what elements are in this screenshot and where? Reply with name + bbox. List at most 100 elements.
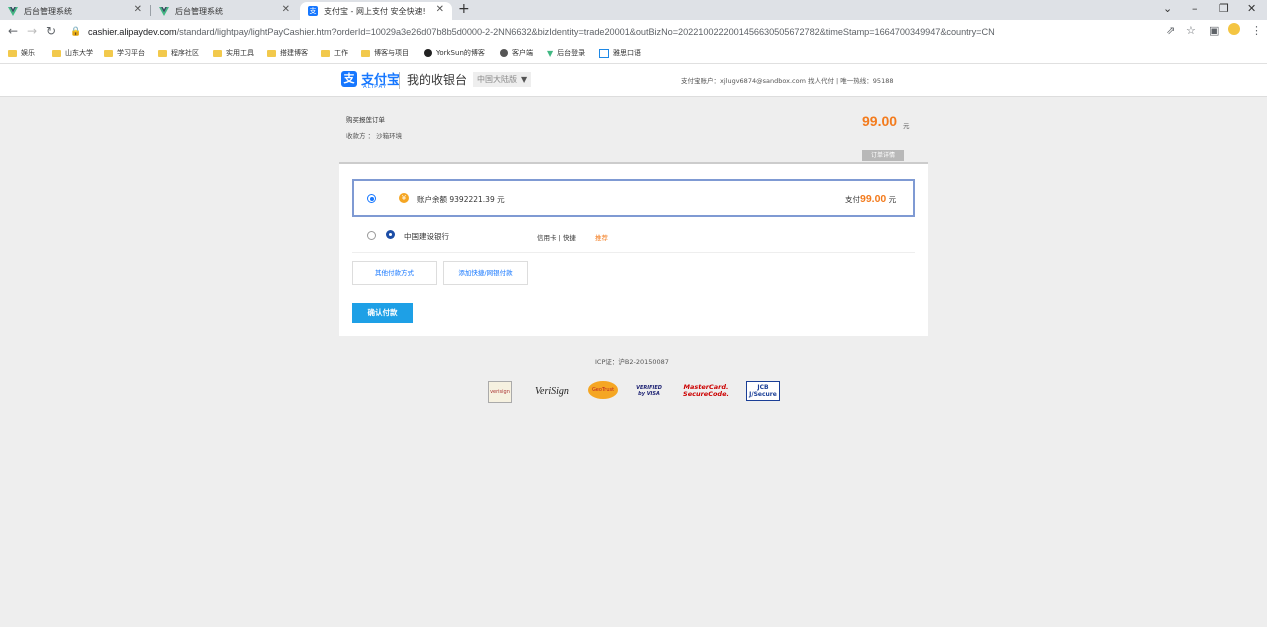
folder-icon bbox=[104, 49, 113, 57]
payment-panel: ¥ 账户余额 9392221.39 元 支付99.00 元 中国建设银行 信用卡… bbox=[339, 162, 928, 336]
browser-toolbar: ← → ↻ 🔒 cashier.alipaydev.com/standard/l… bbox=[0, 20, 1267, 44]
tab-title: 后台管理系统 bbox=[175, 6, 223, 16]
tab-strip: 后台管理系统 ✕ 后台管理系统 ✕ 支 支付宝 - 网上支付 安全快速! ✕ +… bbox=[0, 0, 1267, 20]
minimize-icon[interactable]: – bbox=[1192, 2, 1198, 15]
recommend-badge: 推荐 bbox=[595, 234, 608, 242]
sidepanel-icon[interactable]: ▣ bbox=[1209, 24, 1219, 37]
new-tab-icon[interactable]: + bbox=[458, 1, 470, 17]
header-divider bbox=[399, 72, 400, 89]
bookmark-label: 后台登录 bbox=[557, 49, 586, 57]
region-select[interactable]: 中国大陆版 ▼ bbox=[473, 72, 532, 87]
tab-title: 支付宝 - 网上支付 安全快速! bbox=[324, 6, 426, 16]
back-icon[interactable]: ← bbox=[8, 24, 18, 38]
add-bank-button[interactable]: 添加快捷/网银付款 bbox=[443, 261, 528, 285]
bookmark-label: 山东大学 bbox=[65, 49, 93, 57]
bookmark-label: YorkSun的博客 bbox=[436, 49, 485, 57]
close-window-icon[interactable]: ✕ bbox=[1247, 2, 1256, 15]
close-tab-icon[interactable]: ✕ bbox=[282, 4, 290, 15]
bookmark-folder[interactable]: 学习平台 bbox=[104, 48, 145, 58]
bookmark-label: 雅思口语 bbox=[613, 49, 641, 57]
url-host: cashier.alipaydev.com bbox=[88, 27, 177, 37]
bookmark-folder[interactable]: 实用工具 bbox=[213, 48, 254, 58]
geotrust-logo: GeoTrust bbox=[588, 381, 618, 399]
bookmark-label: 程序社区 bbox=[171, 49, 199, 57]
region-label: 中国大陆版 bbox=[477, 75, 517, 84]
bookmark-folder[interactable]: 娱乐 bbox=[8, 48, 35, 58]
divider bbox=[352, 252, 915, 253]
bookmark-link[interactable]: ▼ 后台登录 bbox=[547, 48, 585, 58]
bookmark-link[interactable]: 客户端 bbox=[500, 48, 533, 58]
tab-admin-1[interactable]: 后台管理系统 ✕ bbox=[0, 2, 150, 20]
vue-icon bbox=[159, 6, 169, 16]
bookmark-label: 博客与项目 bbox=[374, 49, 409, 57]
bookmark-label: 学习平台 bbox=[117, 49, 145, 57]
bookmarks-bar: 娱乐 山东大学 学习平台 程序社区 实用工具 搭建博客 工作 博客与项目 Yor… bbox=[0, 44, 1267, 64]
bookmark-folder[interactable]: 程序社区 bbox=[158, 48, 199, 58]
other-methods-button[interactable]: 其他付款方式 bbox=[352, 261, 437, 285]
address-bar[interactable]: 🔒 cashier.alipaydev.com/standard/lightpa… bbox=[64, 23, 1266, 41]
order-amount-unit: 元 bbox=[903, 122, 910, 130]
verisign-logo: VeriSign bbox=[535, 385, 569, 397]
star-icon[interactable]: ☆ bbox=[1186, 24, 1196, 37]
verisign-seal-icon: verisign bbox=[488, 381, 512, 403]
vue-icon bbox=[8, 6, 18, 16]
folder-icon bbox=[8, 49, 17, 57]
vue-icon: ▼ bbox=[547, 48, 554, 58]
bank-radio[interactable] bbox=[367, 231, 376, 240]
pay-amount-label: 支付99.00 元 bbox=[845, 193, 896, 205]
balance-label: 账户余额 9392221.39 元 bbox=[417, 195, 505, 204]
pay-amount: 99.00 bbox=[860, 193, 887, 205]
icp-license: ICP证：沪B2-20150087 bbox=[595, 358, 669, 366]
forward-icon[interactable]: → bbox=[27, 24, 37, 38]
bookmark-label: 搭建博客 bbox=[280, 49, 308, 57]
verified-by-visa-logo: VERIFIED by VISA bbox=[636, 385, 662, 397]
folder-icon bbox=[321, 49, 330, 57]
cashier-header: 支 支付宝 ALIPAY 我的收银台 中国大陆版 ▼ 支付宝账户：xjlugv6… bbox=[0, 64, 1267, 97]
bookmark-label: 工作 bbox=[334, 49, 348, 57]
bookmark-folder[interactable]: 博客与项目 bbox=[361, 48, 409, 58]
folder-icon bbox=[361, 49, 370, 57]
bookmark-label: 客户端 bbox=[512, 49, 533, 57]
bookmark-link[interactable]: YorkSun的博客 bbox=[424, 48, 485, 58]
url-text: cashier.alipaydev.com/standard/lightpay/… bbox=[88, 27, 995, 37]
tab-admin-2[interactable]: 后台管理系统 ✕ bbox=[151, 2, 298, 20]
bookmark-folder[interactable]: 工作 bbox=[321, 48, 348, 58]
bank-type: 信用卡 | 快捷 bbox=[537, 234, 576, 242]
tab-alipay[interactable]: 支 支付宝 - 网上支付 安全快速! ✕ bbox=[300, 2, 452, 20]
account-info: 支付宝账户：xjlugv6874@sandbox.com 找人代付 | 唯一热线… bbox=[681, 77, 894, 85]
globe-icon bbox=[500, 49, 508, 57]
yuan-coin-icon: ¥ bbox=[399, 193, 409, 203]
jcb-jsecure-logo: JCB J/Secure bbox=[746, 381, 780, 401]
pay-prefix: 支付 bbox=[845, 195, 860, 204]
bookmark-folder[interactable]: 山东大学 bbox=[52, 48, 93, 58]
tab-title: 后台管理系统 bbox=[24, 6, 72, 16]
alipay-icon: 支 bbox=[308, 6, 318, 16]
pay-unit: 元 bbox=[888, 195, 897, 204]
close-tab-icon[interactable]: ✕ bbox=[436, 4, 444, 15]
reload-icon[interactable]: ↻ bbox=[46, 24, 56, 38]
close-tab-icon[interactable]: ✕ bbox=[134, 4, 142, 15]
menu-icon[interactable]: ⋮ bbox=[1251, 24, 1262, 37]
share-icon[interactable]: ⇗ bbox=[1166, 24, 1175, 37]
balance-radio[interactable] bbox=[367, 194, 376, 203]
url-path: /standard/lightpay/lightPayCashier.htm?o… bbox=[176, 27, 995, 37]
lock-icon[interactable]: 🔒 bbox=[70, 27, 81, 37]
restore-icon[interactable]: ❐ bbox=[1219, 2, 1229, 15]
bank-name[interactable]: 中国建设银行 bbox=[404, 231, 449, 242]
order-amount: 99.00 bbox=[862, 113, 898, 129]
tab-search-icon[interactable]: ⌄ bbox=[1163, 2, 1172, 15]
alipay-logo-icon: 支 bbox=[341, 71, 357, 87]
bookmark-label: 娱乐 bbox=[21, 49, 35, 57]
bookmark-folder[interactable]: 搭建博客 bbox=[267, 48, 308, 58]
ccb-bank-icon bbox=[386, 230, 395, 239]
balance-option[interactable]: ¥ 账户余额 9392221.39 元 支付99.00 元 bbox=[352, 179, 915, 217]
page-title: 我的收银台 bbox=[407, 73, 468, 87]
confirm-payment-button[interactable]: 确认付款 bbox=[352, 303, 413, 323]
profile-avatar[interactable] bbox=[1228, 23, 1240, 35]
bookmark-link[interactable]: 雅思口语 bbox=[599, 48, 641, 58]
order-name: 购买报莲订单 bbox=[346, 116, 385, 124]
payee: 收款方 ： 沙箱环境 bbox=[346, 132, 403, 140]
folder-icon bbox=[52, 49, 61, 57]
alipay-logo-en: ALIPAY bbox=[363, 84, 388, 90]
order-detail-button[interactable]: 订单详情 bbox=[862, 150, 904, 161]
